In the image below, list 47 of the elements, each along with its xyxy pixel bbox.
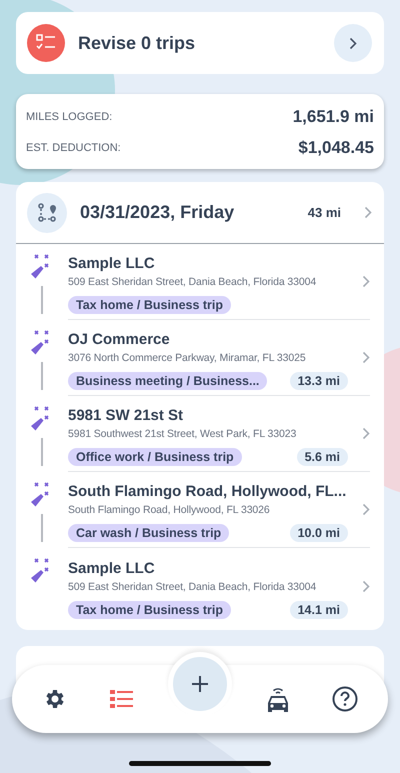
stat-value: $1,048.45 (298, 138, 374, 158)
chevron-right-icon (364, 206, 372, 219)
trip-row[interactable]: 5981 SW 21st St 5981 Southwest 21st Street, West Park, FL 33023 Office work / Business trip 5.6 mi (16, 396, 384, 472)
trip-address: South Flamingo Road, Hollywood, FL 33026 (68, 504, 271, 516)
chevron-right-icon (362, 580, 370, 592)
trip-address: 509 East Sheridan Street, Dania Beach, Florida 33004 (68, 276, 318, 288)
connector-line (41, 438, 43, 466)
help-icon (332, 686, 358, 712)
revise-trips-label: Revise 0 trips (78, 32, 196, 54)
trip-address: 509 East Sheridan Street, Dania Beach, Florida 33004 (68, 580, 318, 592)
trip-address: 5981 Southwest 21st Street, West Park, FL 33023 (68, 428, 298, 440)
trip-row[interactable]: South Flamingo Road, Hollywood, FL... South Flamingo Road, Hollywood, FL 33026 Car wash / Business trip 10.0 mi (16, 472, 384, 548)
chevron-right-icon (349, 36, 357, 50)
stat-label: EST. DEDUCTION: (26, 142, 121, 154)
stat-label: MILES LOGGED: (26, 110, 112, 122)
trip-title: Sample LLC (68, 255, 156, 272)
checklist-icon (36, 34, 56, 52)
trip-title: 5981 SW 21st St (68, 407, 184, 424)
purpose-tag: Tax home / Business trip (68, 296, 232, 314)
trip-address: 3076 North Commerce Parkway, Miramar, FL 33025 (68, 352, 307, 364)
trip-distance: 13.3 mi (290, 372, 348, 390)
connector-line (41, 286, 43, 314)
day-distance: 43 mi (308, 205, 341, 220)
chevron-right-icon (362, 275, 370, 288)
trip-title: Sample LLC (68, 560, 156, 576)
trip-title: South Flamingo Road, Hollywood, FL... (68, 483, 348, 500)
chevron-right-icon (362, 503, 370, 516)
plus-icon (190, 675, 209, 693)
connector-line (41, 362, 43, 390)
trip-row[interactable]: Sample LLC 509 East Sheridan Street, Dania Beach, Florida 33004 Tax home / Business trip (16, 244, 384, 320)
purpose-tag: Tax home / Business trip (68, 600, 232, 618)
purpose-tag: Office work / Business trip (68, 448, 242, 466)
list-icon (110, 689, 134, 709)
trip-distance: 10.0 mi (290, 524, 348, 542)
trip-date: 03/31/2023, Friday (80, 202, 236, 223)
purpose-tag: Business meeting / Business... (68, 372, 268, 390)
route-icon (37, 202, 57, 222)
stat-value: 1,651.9 mi (292, 106, 374, 126)
chevron-right-icon (362, 351, 370, 364)
connector-line (41, 514, 43, 542)
trip-title: OJ Commerce (68, 331, 171, 348)
trip-row[interactable]: OJ Commerce 3076 North Commerce Parkway, Miramar, FL 33025 Business meeting / Business... 13.3 mi (16, 320, 384, 396)
trip-distance: 14.1 mi (290, 600, 348, 618)
chevron-right-icon (362, 427, 370, 440)
trip-distance: 5.6 mi (296, 448, 348, 466)
trip-row[interactable]: Sample LLC 509 East Sheridan Street, Dania Beach, Florida 33004 Tax home / Business trip 14.1 mi (16, 548, 384, 624)
purpose-tag: Car wash / Business trip (68, 524, 230, 542)
